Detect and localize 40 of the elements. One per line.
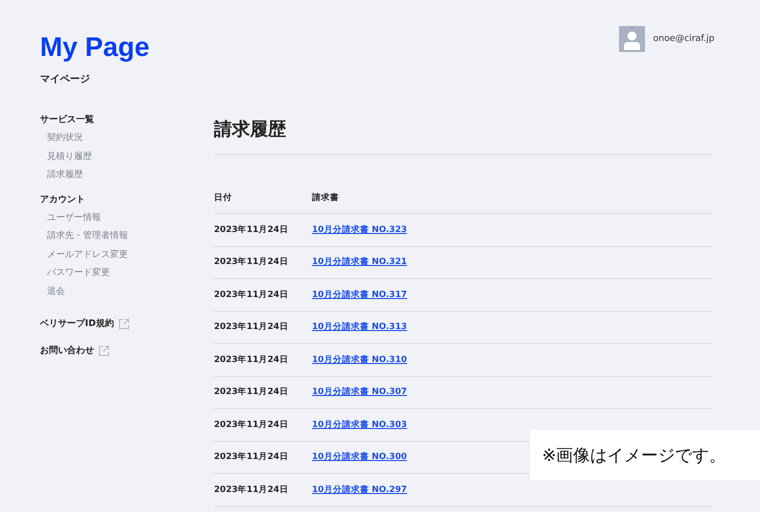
- invoice-link[interactable]: 10月分請求書 NO.307: [312, 387, 407, 397]
- date-cell: 2023年11月24日: [214, 257, 288, 267]
- sidebar-link[interactable]: ベリサーブID規約: [40, 317, 114, 330]
- invoice-link[interactable]: 10月分請求書 NO.317: [312, 290, 407, 300]
- sidebar-link[interactable]: お問い合わせ: [40, 344, 94, 357]
- brand-title: My Page: [40, 32, 150, 62]
- sidebar-heading: サービス一覧: [40, 114, 94, 127]
- sidebar-item[interactable]: 退会: [40, 282, 65, 301]
- brand-subtitle: マイページ: [40, 73, 90, 86]
- external-link-icon: [99, 346, 109, 356]
- invoice-link[interactable]: 10月分請求書 NO.321: [312, 257, 407, 267]
- sidebar-item[interactable]: パスワード変更: [40, 264, 110, 282]
- date-cell: 2023年11月24日: [214, 290, 288, 300]
- sidebar-heading: アカウント: [40, 194, 85, 206]
- sidebar-item[interactable]: 契約状況: [40, 129, 83, 148]
- image-note: ※画像はイメージです。: [530, 430, 760, 480]
- invoice-link[interactable]: 10月分請求書 NO.303: [312, 420, 407, 430]
- date-cell: 2023年11月24日: [214, 387, 288, 397]
- sidebar-item[interactable]: ユーザー情報: [40, 208, 101, 227]
- date-cell: 2023年11月24日: [214, 484, 288, 494]
- sidebar-item[interactable]: 請求先・管理者情報: [40, 227, 128, 246]
- user-email: onoe@ciraf.jp: [653, 34, 715, 44]
- date-cell: 2023年11月24日: [214, 322, 288, 332]
- invoice-link[interactable]: 10月分請求書 NO.297: [312, 484, 407, 494]
- invoice-link[interactable]: 10月分請求書 NO.323: [312, 224, 407, 234]
- column-header: 請求書: [312, 183, 712, 214]
- date-cell: 2023年11月24日: [214, 354, 288, 364]
- date-cell: 2023年11月24日: [214, 224, 288, 234]
- avatar-icon: [619, 26, 645, 52]
- sidebar-item[interactable]: 請求履歴: [40, 166, 83, 184]
- sidebar-item[interactable]: 見積り履歴: [40, 148, 92, 166]
- page-title: 請求履歴: [214, 118, 712, 155]
- invoice-link[interactable]: 10月分請求書 NO.310: [312, 354, 407, 364]
- invoice-link[interactable]: 10月分請求書 NO.313: [312, 322, 407, 332]
- invoice-link[interactable]: 10月分請求書 NO.300: [312, 452, 407, 462]
- column-header: 日付: [214, 183, 312, 214]
- date-cell: 2023年11月24日: [214, 452, 288, 462]
- sidebar-item[interactable]: メールアドレス変更: [40, 246, 128, 264]
- date-cell: 2023年11月24日: [214, 420, 288, 430]
- external-link-icon: [118, 318, 129, 328]
